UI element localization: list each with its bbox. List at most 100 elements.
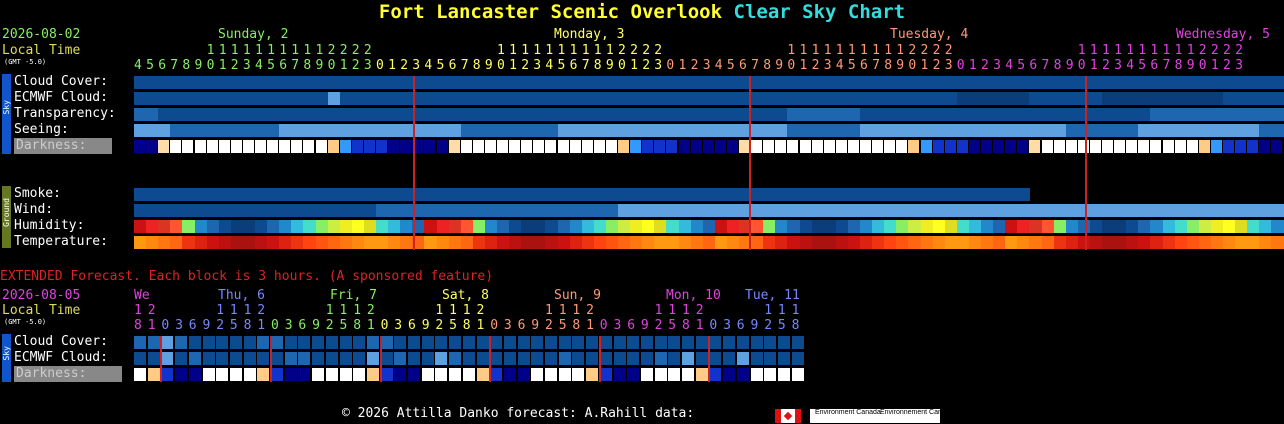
ext-forecast-cell[interactable] xyxy=(312,336,325,349)
forecast-cell[interactable] xyxy=(920,124,934,137)
darkness-cell[interactable] xyxy=(847,140,859,153)
forecast-cell[interactable] xyxy=(206,76,220,89)
ext-forecast-cell[interactable] xyxy=(449,352,462,365)
forecast-cell[interactable] xyxy=(1162,204,1176,217)
forecast-cell[interactable] xyxy=(860,236,873,249)
forecast-cell[interactable] xyxy=(448,124,462,137)
forecast-cell[interactable] xyxy=(327,92,341,105)
forecast-cell[interactable] xyxy=(339,188,353,201)
forecast-cell[interactable] xyxy=(944,124,958,137)
forecast-cell[interactable] xyxy=(581,188,595,201)
forecast-cell[interactable] xyxy=(424,76,438,89)
forecast-cell[interactable] xyxy=(170,76,184,89)
forecast-cell[interactable] xyxy=(158,188,172,201)
darkness-cell[interactable] xyxy=(363,140,375,153)
ext-forecast-cell[interactable] xyxy=(531,368,544,381)
forecast-cell[interactable] xyxy=(376,188,389,201)
forecast-cell[interactable] xyxy=(351,204,365,217)
ext-forecast-cell[interactable] xyxy=(503,336,516,349)
forecast-cell[interactable] xyxy=(521,188,535,201)
ext-forecast-cell[interactable] xyxy=(147,352,160,365)
forecast-cell[interactable] xyxy=(872,236,886,249)
forecast-cell[interactable] xyxy=(170,220,184,233)
ext-forecast-cell[interactable] xyxy=(229,368,242,381)
forecast-cell[interactable] xyxy=(206,124,220,137)
ext-forecast-cell[interactable] xyxy=(271,352,283,365)
forecast-cell[interactable] xyxy=(1029,92,1043,105)
ext-forecast-cell[interactable] xyxy=(723,368,736,381)
forecast-cell[interactable] xyxy=(351,220,365,233)
forecast-cell[interactable] xyxy=(376,92,389,105)
forecast-cell[interactable] xyxy=(1198,236,1212,249)
forecast-cell[interactable] xyxy=(315,76,329,89)
forecast-cell[interactable] xyxy=(690,76,704,89)
forecast-cell[interactable] xyxy=(146,236,160,249)
forecast-cell[interactable] xyxy=(605,92,619,105)
forecast-cell[interactable] xyxy=(993,92,1007,105)
forecast-cell[interactable] xyxy=(521,124,535,137)
forecast-cell[interactable] xyxy=(847,236,861,249)
ext-forecast-cell[interactable] xyxy=(271,368,283,381)
forecast-cell[interactable] xyxy=(642,220,656,233)
darkness-cell[interactable] xyxy=(1017,140,1029,153)
forecast-cell[interactable] xyxy=(291,220,305,233)
forecast-cell[interactable] xyxy=(146,188,160,201)
forecast-cell[interactable] xyxy=(339,220,353,233)
forecast-cell[interactable] xyxy=(823,76,837,89)
forecast-cell[interactable] xyxy=(279,188,293,201)
forecast-cell[interactable] xyxy=(993,124,1007,137)
forecast-cell[interactable] xyxy=(775,108,789,121)
forecast-cell[interactable] xyxy=(134,108,147,121)
forecast-cell[interactable] xyxy=(182,108,196,121)
forecast-cell[interactable] xyxy=(351,108,365,121)
forecast-cell[interactable] xyxy=(146,220,160,233)
forecast-cell[interactable] xyxy=(993,236,1007,249)
forecast-cell[interactable] xyxy=(436,204,450,217)
forecast-cell[interactable] xyxy=(1247,92,1261,105)
forecast-cell[interactable] xyxy=(327,188,341,201)
forecast-cell[interactable] xyxy=(182,236,196,249)
ext-forecast-cell[interactable] xyxy=(682,336,694,349)
forecast-cell[interactable] xyxy=(654,236,668,249)
forecast-cell[interactable] xyxy=(1150,220,1164,233)
forecast-cell[interactable] xyxy=(255,188,268,201)
forecast-cell[interactable] xyxy=(860,188,873,201)
darkness-cell[interactable] xyxy=(799,140,811,153)
forecast-cell[interactable] xyxy=(460,188,474,201)
ext-forecast-cell[interactable] xyxy=(695,336,708,349)
forecast-cell[interactable] xyxy=(545,220,559,233)
forecast-cell[interactable] xyxy=(1162,124,1176,137)
forecast-cell[interactable] xyxy=(1017,220,1031,233)
ext-forecast-cell[interactable] xyxy=(284,368,297,381)
forecast-cell[interactable] xyxy=(279,108,293,121)
darkness-cell[interactable] xyxy=(823,140,835,153)
ext-forecast-cell[interactable] xyxy=(476,368,489,381)
darkness-cell[interactable] xyxy=(860,140,872,153)
forecast-cell[interactable] xyxy=(618,108,631,121)
forecast-cell[interactable] xyxy=(363,220,377,233)
darkness-cell[interactable] xyxy=(944,140,956,153)
forecast-cell[interactable] xyxy=(630,204,644,217)
forecast-cell[interactable] xyxy=(400,204,414,217)
forecast-cell[interactable] xyxy=(291,124,305,137)
forecast-cell[interactable] xyxy=(436,220,450,233)
forecast-cell[interactable] xyxy=(751,108,765,121)
ext-forecast-cell[interactable] xyxy=(257,336,270,349)
forecast-cell[interactable] xyxy=(835,220,849,233)
forecast-cell[interactable] xyxy=(690,220,704,233)
forecast-cell[interactable] xyxy=(642,236,656,249)
forecast-cell[interactable] xyxy=(1235,108,1249,121)
forecast-cell[interactable] xyxy=(618,236,631,249)
forecast-cell[interactable] xyxy=(860,76,873,89)
forecast-cell[interactable] xyxy=(908,124,922,137)
ext-forecast-cell[interactable] xyxy=(695,352,708,365)
forecast-cell[interactable] xyxy=(581,76,595,89)
darkness-cell[interactable] xyxy=(146,140,158,153)
ext-forecast-cell[interactable] xyxy=(586,336,599,349)
forecast-cell[interactable] xyxy=(194,108,208,121)
forecast-cell[interactable] xyxy=(944,204,958,217)
forecast-cell[interactable] xyxy=(1259,204,1273,217)
forecast-cell[interactable] xyxy=(811,92,825,105)
ext-forecast-cell[interactable] xyxy=(777,368,790,381)
forecast-cell[interactable] xyxy=(509,124,523,137)
